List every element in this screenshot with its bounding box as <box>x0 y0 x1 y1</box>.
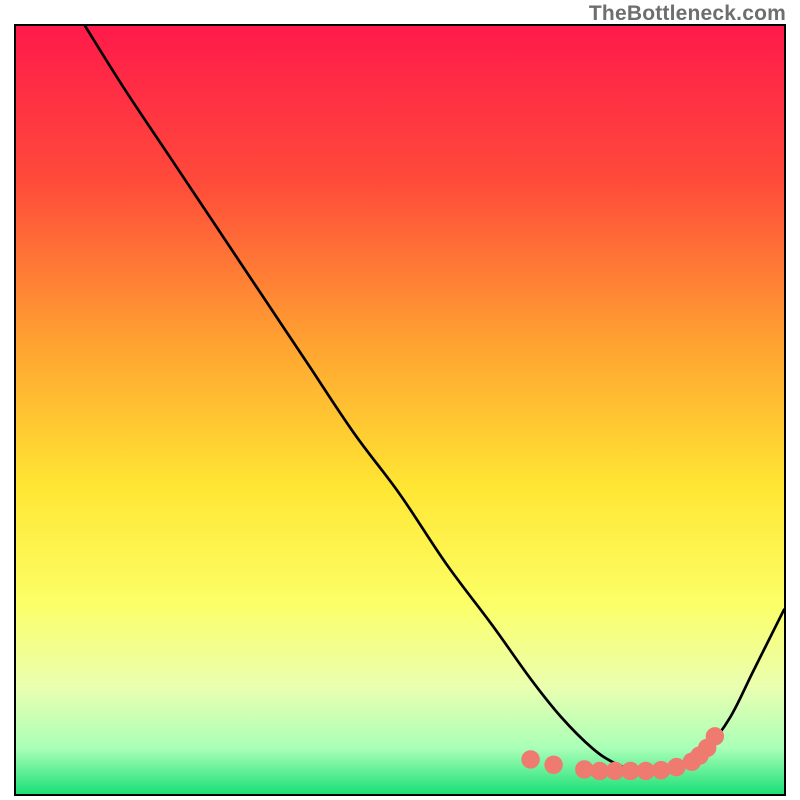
highlight-dot <box>706 727 724 745</box>
chart-background <box>16 26 784 794</box>
chart-frame <box>14 24 786 796</box>
watermark-text: TheBottleneck.com <box>589 2 786 26</box>
highlight-dot <box>544 756 562 774</box>
highlight-dot <box>521 750 539 768</box>
bottleneck-chart <box>16 26 784 794</box>
highlight-dot <box>652 761 670 779</box>
